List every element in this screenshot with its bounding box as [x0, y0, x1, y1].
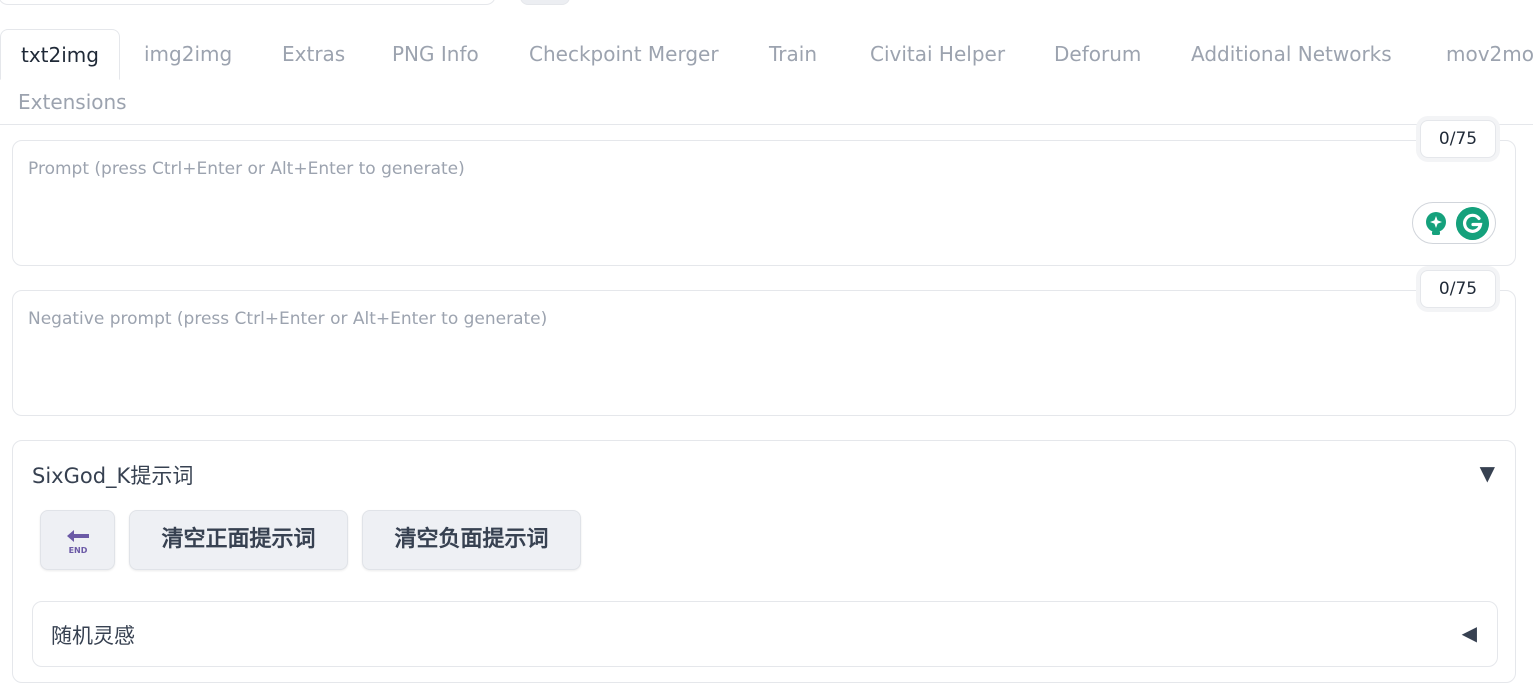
tab-deforum[interactable]: Deforum — [1054, 29, 1141, 79]
tab-txt2img[interactable]: txt2img — [0, 29, 120, 80]
negative-prompt-box — [12, 290, 1516, 416]
clear-positive-prompt-button[interactable]: 清空正面提示词 — [129, 510, 348, 570]
grammarly-g-icon[interactable] — [1456, 207, 1489, 240]
tab-mov2mov[interactable]: mov2mov — [1446, 29, 1533, 79]
top-input-field[interactable] — [0, 0, 496, 5]
expand-arrow-icon[interactable]: ◀ — [1462, 621, 1477, 645]
tab-checkpoint-merger[interactable]: Checkpoint Merger — [529, 29, 719, 79]
tab-additional-networks[interactable]: Additional Networks — [1191, 29, 1392, 79]
prompt-token-counter: 0/75 — [1420, 120, 1496, 158]
prompt-box — [12, 140, 1516, 266]
sixgod-title[interactable]: SixGod_K提示词 — [32, 460, 193, 490]
prompt-input[interactable] — [13, 141, 1515, 265]
top-button[interactable] — [520, 0, 570, 5]
negative-prompt-token-counter: 0/75 — [1420, 270, 1496, 308]
main-tabs: txt2img img2img Extras PNG Info Checkpoi… — [0, 29, 1533, 125]
random-inspiration-accordion[interactable]: 随机灵感 ◀ — [32, 601, 1498, 667]
random-inspiration-title: 随机灵感 — [51, 624, 135, 648]
tab-civitai-helper[interactable]: Civitai Helper — [870, 29, 1005, 79]
tabs-divider — [0, 124, 1533, 125]
end-icon-label: END — [69, 546, 88, 555]
tab-train[interactable]: Train — [769, 29, 817, 79]
clear-negative-prompt-button[interactable]: 清空负面提示词 — [362, 510, 581, 570]
tab-extensions[interactable]: Extensions — [18, 77, 127, 127]
tab-extras[interactable]: Extras — [282, 29, 345, 79]
sixgod-accordion: SixGod_K提示词 ▼ END 清空正面提示词 清空负面提示词 随机灵感 ◀ — [12, 440, 1516, 683]
end-button[interactable]: END — [40, 510, 115, 570]
negative-prompt-input[interactable] — [13, 291, 1515, 415]
collapse-arrow-icon[interactable]: ▼ — [1480, 461, 1495, 485]
grammarly-widget[interactable] — [1412, 202, 1496, 244]
lightbulb-icon[interactable] — [1423, 211, 1449, 237]
arrow-left-end-icon: END — [67, 530, 89, 555]
tab-png-info[interactable]: PNG Info — [392, 29, 479, 79]
tab-img2img[interactable]: img2img — [144, 29, 232, 79]
